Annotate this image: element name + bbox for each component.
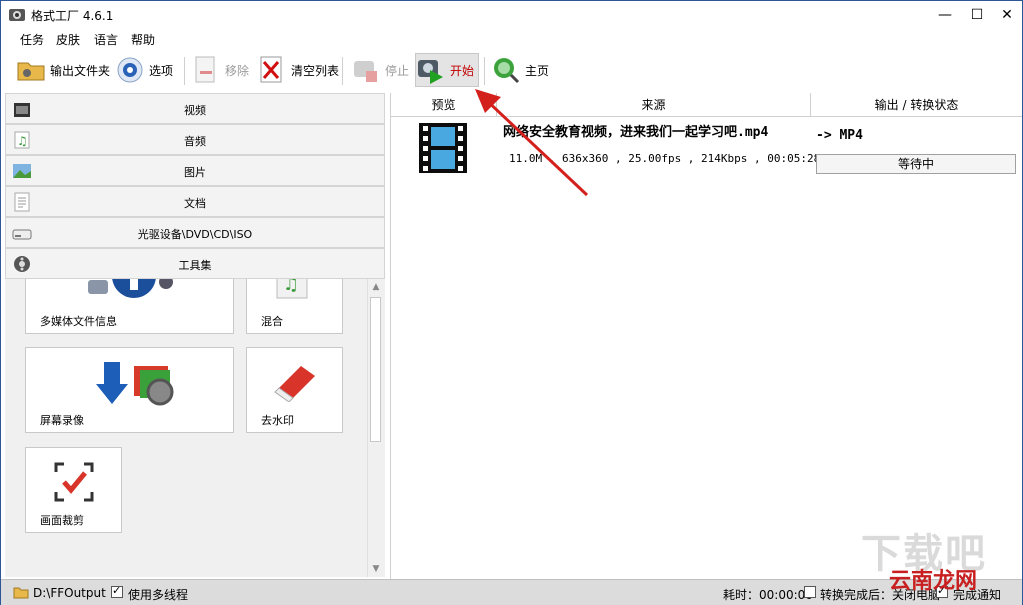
scroll-down-icon[interactable]: ▼ bbox=[368, 561, 384, 577]
title-bar: 格式工厂 4.6.1 — ☐ ✕ bbox=[1, 1, 1022, 29]
category-toolbox[interactable]: 工具集 bbox=[5, 248, 385, 279]
tools-panel: 多媒体文件信息 ♫ 混合 屏幕录像 去水印 画面裁剪 bbox=[5, 279, 367, 577]
info-icon bbox=[88, 279, 173, 298]
column-header-output[interactable]: 输出 / 转换状态 bbox=[811, 93, 1022, 117]
scroll-thumb[interactable] bbox=[370, 297, 381, 442]
tool-mix[interactable]: ♫ 混合 bbox=[246, 279, 343, 334]
app-logo-icon bbox=[9, 9, 25, 21]
tool-media-info[interactable]: 多媒体文件信息 bbox=[25, 279, 234, 334]
elapsed-time: 耗时：00:00:00 bbox=[723, 588, 813, 602]
category-document[interactable]: 文档 bbox=[5, 186, 385, 217]
annotation-arrow-icon bbox=[475, 89, 589, 197]
category-menu: 视频 ♫ 音频 图片 文档 光驱设备\DVD\CD\ISO 工具集 bbox=[5, 93, 385, 279]
app-window: 格式工厂 4.6.1 — ☐ ✕ 任务 皮肤 语言 帮助 输出文件夹 选项 移除… bbox=[0, 0, 1023, 605]
folder-icon bbox=[17, 62, 45, 81]
scroll-up-icon[interactable]: ▲ bbox=[368, 279, 384, 295]
clear-list-button[interactable]: 清空列表 bbox=[257, 53, 339, 87]
tools-scrollbar[interactable]: ▲ ▼ bbox=[367, 279, 383, 577]
toolbar-separator bbox=[484, 57, 485, 85]
menu-help[interactable]: 帮助 bbox=[131, 31, 155, 48]
status-bar: D:\FFOutput 使用多线程 耗时：00:00:00 转换完成后：关闭电脑… bbox=[1, 579, 1022, 605]
crop-check-icon bbox=[54, 462, 94, 502]
output-path[interactable]: D:\FFOutput bbox=[33, 586, 106, 600]
music-mix-icon: ♫ bbox=[276, 279, 308, 299]
eraser-icon bbox=[274, 366, 315, 402]
tool-remove-watermark[interactable]: 去水印 bbox=[246, 347, 343, 433]
close-button[interactable]: ✕ bbox=[991, 1, 1023, 29]
minimize-button[interactable]: — bbox=[929, 1, 961, 29]
tool-screen-record[interactable]: 屏幕录像 bbox=[25, 347, 234, 433]
remove-file-icon bbox=[195, 56, 215, 83]
home-button[interactable]: 主页 bbox=[491, 53, 549, 87]
menu-skin[interactable]: 皮肤 bbox=[56, 31, 80, 48]
window-title: 格式工厂 4.6.1 bbox=[31, 9, 114, 23]
maximize-button[interactable]: ☐ bbox=[961, 1, 993, 29]
watermark-brand: 云南龙网 bbox=[889, 569, 978, 594]
task-status-badge: 等待中 bbox=[816, 154, 1016, 174]
after-done-checkbox[interactable] bbox=[804, 586, 816, 598]
category-image[interactable]: 图片 bbox=[5, 155, 385, 186]
options-button[interactable]: 选项 bbox=[115, 53, 173, 87]
output-folder-button[interactable]: 输出文件夹 bbox=[16, 53, 110, 87]
menu-task[interactable]: 任务 bbox=[20, 31, 44, 48]
stop-icon bbox=[354, 61, 377, 82]
video-file-icon bbox=[419, 123, 467, 173]
toolbar-separator bbox=[184, 57, 185, 85]
start-button[interactable]: 开始 bbox=[415, 53, 479, 87]
multithread-checkbox[interactable] bbox=[111, 584, 123, 598]
clear-list-icon bbox=[260, 56, 282, 83]
category-audio[interactable]: ♫ 音频 bbox=[5, 124, 385, 155]
remove-button[interactable]: 移除 bbox=[191, 53, 249, 87]
svg-text:♫: ♫ bbox=[283, 279, 299, 295]
menu-bar: 任务 皮肤 语言 帮助 bbox=[1, 29, 1022, 49]
menu-language[interactable]: 语言 bbox=[94, 31, 118, 48]
play-icon bbox=[418, 60, 443, 84]
task-output-format: -> MP4 bbox=[816, 128, 863, 143]
stop-button[interactable]: 停止 bbox=[351, 53, 409, 87]
category-video[interactable]: 视频 bbox=[5, 93, 385, 124]
screen-record-icon bbox=[96, 362, 174, 406]
gear-icon bbox=[117, 57, 143, 83]
tool-crop[interactable]: 画面裁剪 bbox=[25, 447, 122, 533]
multithread-label: 使用多线程 bbox=[128, 588, 189, 602]
toolbar-separator bbox=[342, 57, 343, 85]
globe-search-icon bbox=[494, 58, 520, 84]
folder-small-icon bbox=[13, 587, 29, 599]
task-list: 预览 来源 输出 / 转换状态 网络安全教育视频，进来我们一起学习吧.mp4 1… bbox=[390, 89, 1022, 579]
category-optical-drive[interactable]: 光驱设备\DVD\CD\ISO bbox=[5, 217, 385, 248]
